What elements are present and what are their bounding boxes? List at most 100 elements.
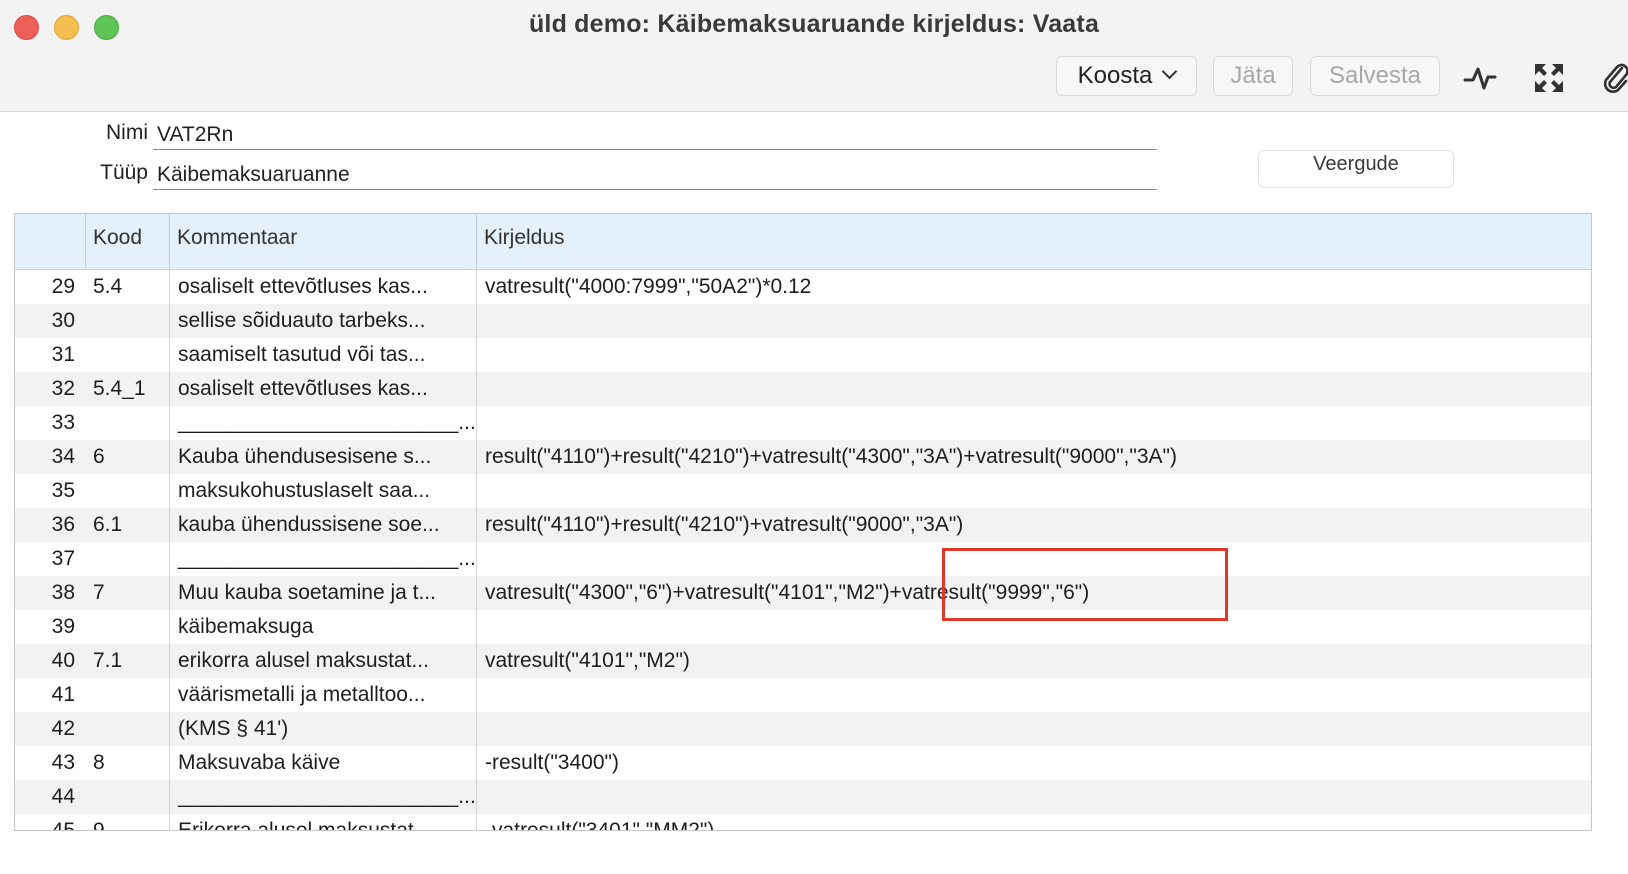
row-number-cell: 36 [51,513,75,536]
row-number-cell: 38 [51,581,75,604]
kommentaar-cell: maksukohustuslaselt saa... [169,474,476,508]
kood-cell [93,406,169,440]
salvesta-button[interactable]: Salvesta [1310,56,1440,96]
row-number-cell: 45 [51,819,75,831]
veergude-button[interactable]: Veergude [1258,150,1454,188]
kirjeldus-cell: result("4110")+result("4210")+vatresult(… [476,440,1591,474]
table-row[interactable]: 42 (KMS § 41') [15,712,1591,746]
kood-cell [93,712,169,746]
kirjeldus-cell [476,304,1591,338]
kirjeldus-cell: vatresult("4101","M2") [476,644,1591,678]
column-header-kommentaar[interactable]: Kommentaar [169,214,476,269]
report-table: Kood Kommentaar Kirjeldus 29 5.4 osaliselt… [14,213,1592,831]
table-row[interactable]: 29 5.4 osaliselt ettevõtluses kas... vatres… [15,270,1591,304]
kommentaar-cell: saamiselt tasutud või tas... [169,338,476,372]
table-row[interactable]: 37 ________________________... [15,542,1591,576]
table-row[interactable]: 33 ________________________... [15,406,1591,440]
kood-cell: 7.1 [93,649,123,672]
row-number-cell: 40 [51,649,75,672]
table-row[interactable]: 32 5.4_1 osaliselt ettevõtluses kas... [15,372,1591,406]
table-row[interactable]: 40 7.1 erikorra alusel maksustat... vatres… [15,644,1591,678]
row-number-cell: 42 [51,717,75,740]
jata-button[interactable]: Jäta [1213,56,1293,96]
kirjeldus-cell [476,372,1591,406]
kirjeldus-cell: -result("3400") [476,746,1591,780]
kommentaar-cell: sellise sõiduauto tarbeks... [169,304,476,338]
nimi-label: Nimi [106,121,148,144]
row-number-cell: 30 [51,309,75,332]
table-row[interactable]: 36 6.1 kauba ühendussisene soe... result("4… [15,508,1591,542]
kood-cell [93,678,169,712]
chevron-down-icon [1162,63,1178,80]
table-row[interactable]: 39 käibemaksuga [15,610,1591,644]
kood-cell [93,610,169,644]
kirjeldus-cell [476,712,1591,746]
row-number-cell: 41 [51,683,75,706]
kommentaar-cell: Kauba ühendusesisene s... [169,440,476,474]
row-number-cell: 31 [51,343,75,366]
kommentaar-cell: Erikorra alusel maksustat... [169,814,476,830]
kood-cell: 5.4 [93,275,123,298]
row-number-cell: 39 [51,615,75,638]
kommentaar-cell: kauba ühendussisene soe... [169,508,476,542]
kommentaar-cell: ________________________... [169,780,476,814]
kood-cell: 6.1 [93,513,123,536]
table-row[interactable]: 30 sellise sõiduauto tarbeks... [15,304,1591,338]
table-row[interactable]: 34 6 Kauba ühendusesisene s... result("4110… [15,440,1591,474]
tyyp-label: Tüüp [100,161,148,184]
kommentaar-cell: osaliselt ettevõtluses kas... [169,270,476,304]
row-number-cell: 29 [51,275,75,298]
koosta-label: Koosta [1077,62,1153,89]
kirjeldus-cell: -vatresult("3401","MM2") [476,814,1591,830]
row-number-cell: 34 [51,445,75,468]
kood-cell: 9 [93,819,105,831]
kommentaar-cell: Muu kauba soetamine ja t... [169,576,476,610]
kirjeldus-cell [476,610,1591,644]
kood-cell [93,474,169,508]
row-number-cell: 44 [51,785,75,808]
tyyp-field[interactable]: Käibemaksuaruanne [153,160,1157,190]
kood-cell: 8 [93,751,105,774]
kommentaar-cell: Maksuvaba käive [169,746,476,780]
kood-cell: 5.4_1 [93,377,146,400]
activity-icon[interactable] [1462,60,1498,96]
expand-icon[interactable] [1531,60,1567,96]
kommentaar-cell: ________________________... [169,406,476,440]
nimi-field[interactable]: VAT2Rn [153,120,1157,150]
table-row[interactable]: 41 väärismetalli ja metalltoo... [15,678,1591,712]
kirjeldus-cell: vatresult("4300","6")+vatresult("4101","… [476,576,1591,610]
report-description-window: üld demo: Käibemaksuaruande kirjeldus: V… [0,0,1628,874]
kommentaar-cell: väärismetalli ja metalltoo... [169,678,476,712]
table-row[interactable]: 31 saamiselt tasutud või tas... [15,338,1591,372]
kirjeldus-cell [476,678,1591,712]
column-header-row-number[interactable] [15,214,85,269]
kommentaar-cell: (KMS § 41') [169,712,476,746]
kirjeldus-cell [476,542,1591,576]
kood-cell [93,304,169,338]
kood-cell [93,338,169,372]
row-number-cell: 32 [51,377,75,400]
table-row[interactable]: 44 ________________________... [15,780,1591,814]
koosta-button[interactable]: Koosta [1056,56,1197,96]
kirjeldus-cell: vatresult("4000:7999","50A2")*0.12 [476,270,1591,304]
table-row[interactable]: 38 7 Muu kauba soetamine ja t... vatresult(… [15,576,1591,610]
row-number-cell: 37 [51,547,75,570]
kood-cell: 7 [93,581,105,604]
table-row[interactable]: 43 8 Maksuvaba käive -result("3400") [15,746,1591,780]
table-header: Kood Kommentaar Kirjeldus [15,214,1591,270]
table-row[interactable]: 35 maksukohustuslaselt saa... [15,474,1591,508]
kood-cell [93,780,169,814]
kirjeldus-cell [476,406,1591,440]
kommentaar-cell: erikorra alusel maksustat... [169,644,476,678]
kirjeldus-cell [476,338,1591,372]
column-header-kirjeldus[interactable]: Kirjeldus [476,214,1591,269]
table-body: 29 5.4 osaliselt ettevõtluses kas... vatres… [15,270,1591,831]
row-number-cell: 43 [51,751,75,774]
column-header-kood[interactable]: Kood [85,214,169,269]
table-row[interactable]: 45 9 Erikorra alusel maksustat... -vatresul… [15,814,1591,831]
kommentaar-cell: osaliselt ettevõtluses kas... [169,372,476,406]
paperclip-icon[interactable] [1598,60,1628,96]
title-bar: üld demo: Käibemaksuaruande kirjeldus: V… [0,0,1628,112]
kirjeldus-cell [476,780,1591,814]
kood-cell: 6 [93,445,105,468]
